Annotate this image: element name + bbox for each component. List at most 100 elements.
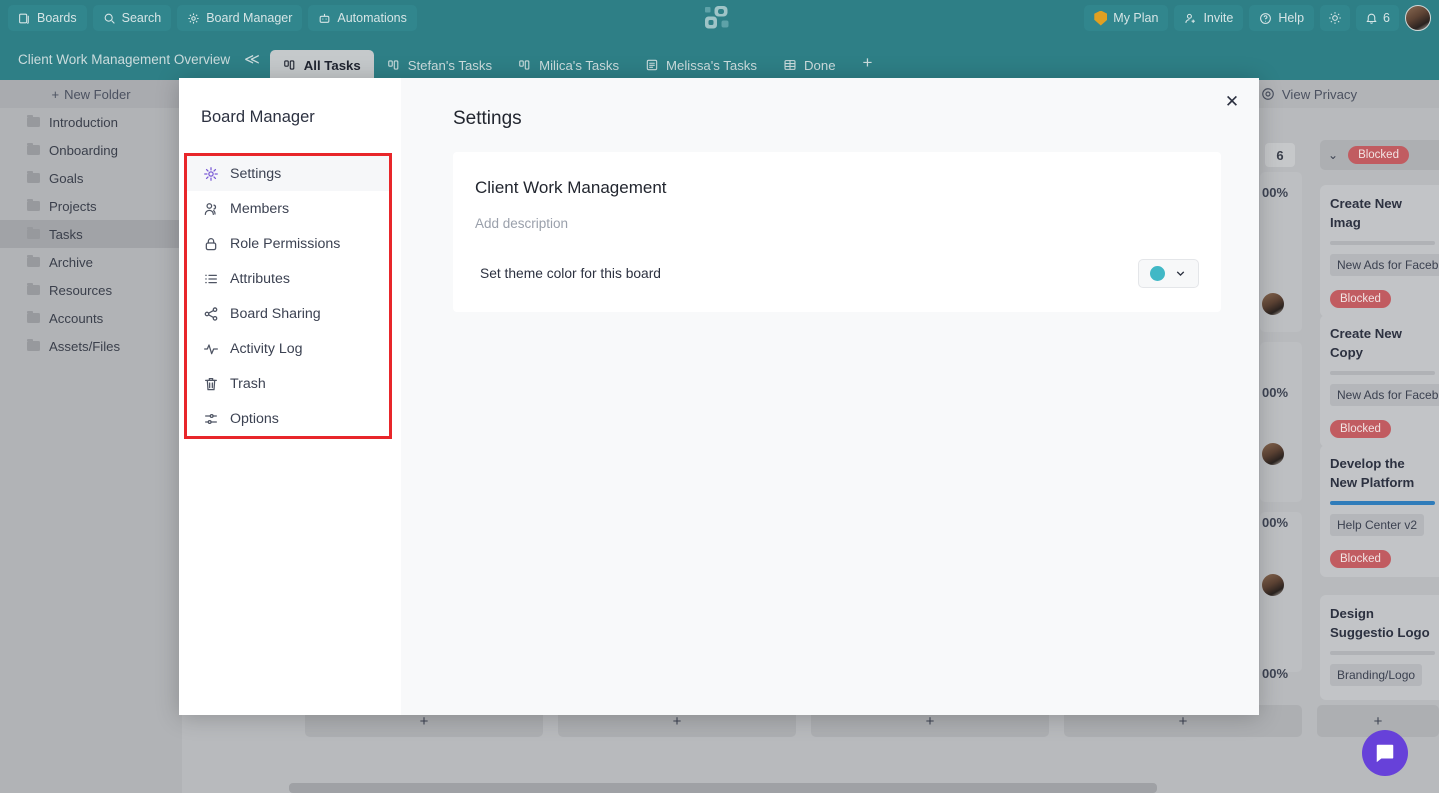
board-manager-modal: ✕ Board Manager Settings Members Role Pe… [179,78,1259,715]
horizontal-scrollbar[interactable] [289,783,1157,793]
folder-icon [27,170,40,183]
theme-color-swatch [1150,266,1165,281]
board-manager-button[interactable]: Board Manager [177,5,303,31]
folder-icon [27,226,40,239]
settings-panel: Settings Client Work Management Add desc… [401,78,1259,715]
ghost-avatar-1 [1262,293,1284,315]
folder-label: Goals [49,170,84,186]
folder-label: Tasks [49,226,83,242]
folder-icon [27,198,40,211]
kanban-column-header[interactable]: ⌄ Blocked [1320,140,1439,170]
ghost-progress-4: 00% [1262,666,1289,681]
card-progress-bar [1330,651,1435,656]
invite-button[interactable]: Invite [1174,5,1244,31]
tab-done[interactable]: Done [770,50,849,80]
bell-icon [1366,13,1377,24]
top-nav-right-group: My Plan Invite Help 6 [1084,5,1431,31]
bm-menu-label: Trash [230,375,266,392]
user-avatar[interactable] [1405,5,1431,31]
tab-melissa-s-tasks[interactable]: Melissa's Tasks [632,50,770,80]
folder-item-assets-files[interactable]: Assets/Files [0,332,182,360]
card-progress-bar [1330,241,1435,246]
column-status-badge: Blocked [1348,146,1409,164]
eye-icon [1262,88,1274,100]
bm-menu-item-settings[interactable]: Settings [187,156,389,191]
folder-item-goals[interactable]: Goals [0,164,182,192]
settings-heading: Settings [453,108,522,129]
boards-button[interactable]: Boards [8,5,87,31]
robot-icon [320,13,330,23]
messenger-icon [1376,744,1394,763]
board-description-field[interactable]: Add description [475,216,1199,231]
kanban-card[interactable]: Create New Copy New Ads for Faceb Blocke… [1320,315,1439,448]
tab-stefan-s-tasks[interactable]: Stefan's Tasks [374,50,505,80]
folder-icon [27,114,40,127]
ghost-progress-1: 00% [1262,185,1289,200]
bm-menu-item-board-sharing[interactable]: Board Sharing [187,296,389,331]
close-modal-button[interactable]: ✕ [1221,91,1243,113]
card-tag: Branding/Logo [1330,664,1423,687]
add-tab-button[interactable]: + [849,53,887,80]
bm-menu-item-members[interactable]: Members [187,191,389,226]
tab-label: Melissa's Tasks [666,57,757,73]
kanban-icon [387,60,399,70]
card-title: Create New Copy [1330,326,1402,361]
theme-color-picker[interactable] [1138,259,1199,288]
my-plan-button[interactable]: My Plan [1084,5,1169,31]
folder-item-onboarding[interactable]: Onboarding [0,136,182,164]
folder-item-archive[interactable]: Archive [0,248,182,276]
folder-item-introduction[interactable]: Introduction [0,108,182,136]
kanban-card[interactable]: Develop the New Platform Help Center v2 … [1320,445,1439,578]
ghost-avatar-2 [1262,443,1284,465]
kanban-card[interactable]: Create New Imag New Ads for Faceb Blocke… [1320,185,1439,318]
folder-icon [27,338,40,351]
ghost-progress-2: 00% [1262,385,1289,400]
bm-menu-item-attributes[interactable]: Attributes [187,261,389,296]
folder-item-resources[interactable]: Resources [0,276,182,304]
theme-color-label: Set theme color for this board [480,266,661,281]
folder-list: Introduction Onboarding Goals Projects T… [0,108,182,360]
help-icon [1260,12,1272,24]
help-label: Help [1278,11,1305,25]
sun-icon [1329,12,1341,24]
notifications-button[interactable]: 6 [1356,5,1399,31]
board-manager-title: Board Manager [201,108,315,126]
card-status-badge: Blocked [1330,420,1391,439]
new-folder-button[interactable]: + New Folder [0,80,182,108]
card-progress-bar [1330,371,1435,376]
bm-menu-label: Members [230,200,290,217]
bm-menu-label: Board Sharing [230,305,321,322]
search-label: Search [121,11,162,25]
card-tag: New Ads for Faceb [1330,384,1439,407]
bm-menu-item-trash[interactable]: Trash [187,366,389,401]
bm-menu-item-activity-log[interactable]: Activity Log [187,331,389,366]
card-title: Design Suggestio Logo [1330,606,1430,641]
tab-all-tasks[interactable]: All Tasks [269,50,374,80]
collapse-sidebar-button[interactable]: ≪ [244,50,270,80]
kanban-card[interactable]: Design Suggestio Logo Branding/Logo [1320,595,1439,701]
tab-milica-s-tasks[interactable]: Milica's Tasks [505,50,632,80]
intercom-launcher-button[interactable] [1362,730,1408,776]
card-status-badge: Blocked [1330,290,1391,309]
top-nav-left-group: Boards Search Board Manager Automations [8,5,417,31]
search-button[interactable]: Search [92,5,172,31]
board-title: Client Work Management Overview [18,52,231,67]
folder-item-tasks[interactable]: Tasks [0,220,182,248]
automations-button[interactable]: Automations [308,5,417,31]
folder-label: Projects [49,198,97,214]
bm-menu-item-options[interactable]: Options [187,401,389,436]
trash-icon [205,377,217,390]
board-name-field[interactable]: Client Work Management [475,178,1199,198]
invite-label: Invite [1203,11,1234,25]
folder-item-accounts[interactable]: Accounts [0,304,182,332]
boards-label: Boards [37,11,77,25]
help-button[interactable]: Help [1249,5,1315,31]
app-logo-icon [705,6,729,29]
folder-item-projects[interactable]: Projects [0,192,182,220]
plus-icon: + [51,86,60,102]
bm-menu-item-role-permissions[interactable]: Role Permissions [187,226,389,261]
card-status-badge: Blocked [1330,550,1391,569]
theme-toggle-button[interactable] [1320,5,1351,31]
ghost-column-2 [1260,342,1302,502]
folder-label: Onboarding [49,142,118,158]
